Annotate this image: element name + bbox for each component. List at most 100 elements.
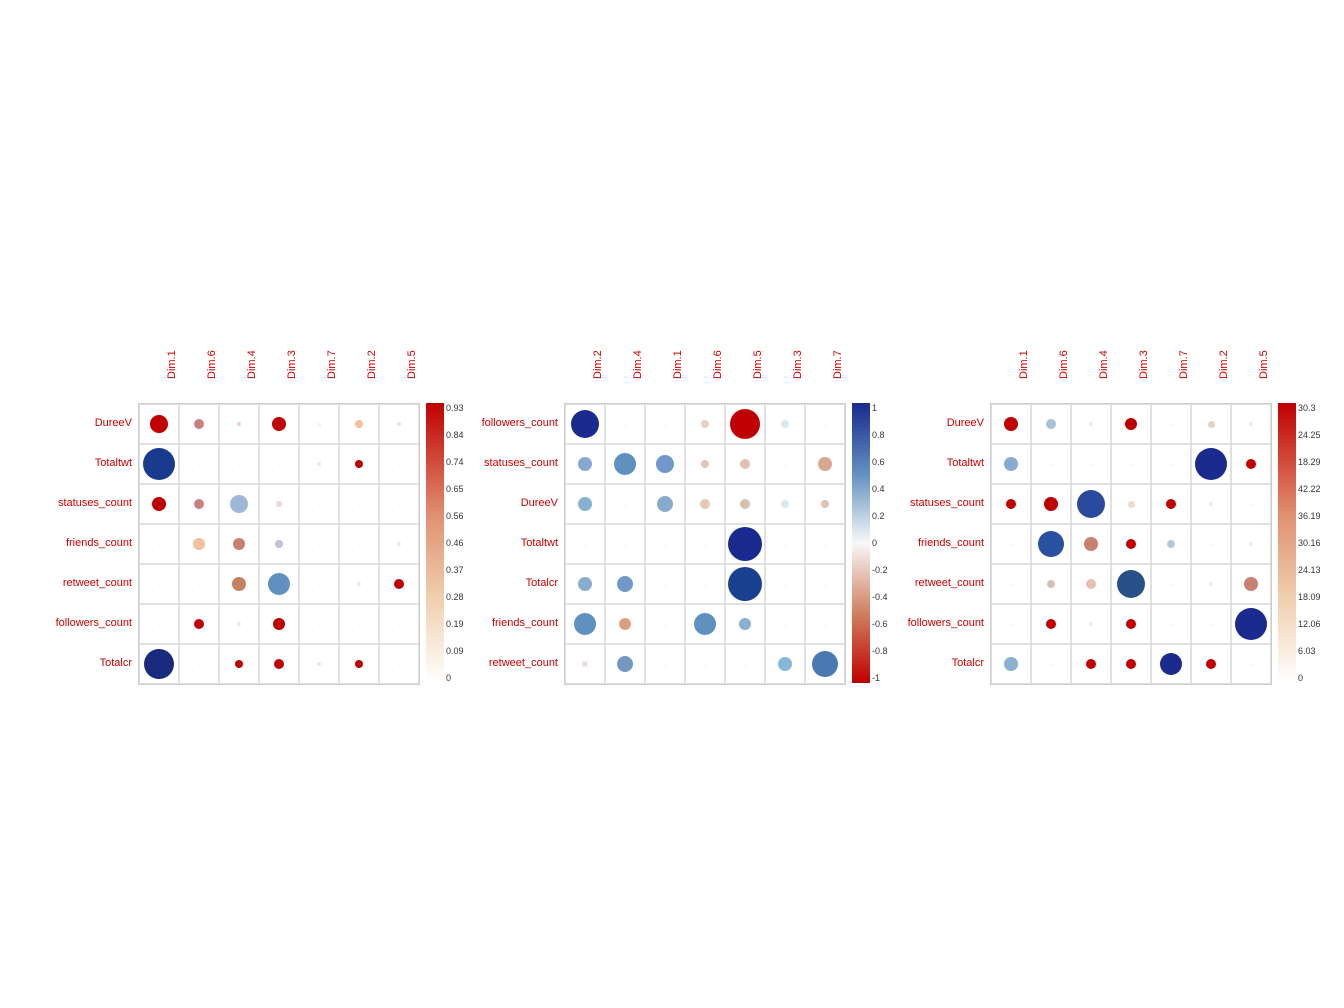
grid-cell [179, 604, 219, 644]
correlation-dot [1126, 619, 1136, 629]
grid-cell [379, 404, 419, 444]
grid-cell [991, 524, 1031, 564]
correlation-dot [1125, 418, 1137, 430]
grid-cell [805, 484, 845, 524]
legend-label: 0.56 [446, 511, 464, 521]
grid-cell [1231, 644, 1271, 684]
grid-cell [1031, 604, 1071, 644]
row-label: retweet_count [900, 563, 990, 603]
grid-cell [1191, 564, 1231, 604]
correlation-dot [700, 499, 710, 509]
grid-cell [139, 524, 179, 564]
correlation-dot [824, 423, 827, 426]
grid-cell [605, 444, 645, 484]
correlation-dot [318, 423, 321, 426]
correlation-dot [1160, 653, 1182, 675]
legend-label: 0 [872, 538, 888, 548]
grid-cell [565, 484, 605, 524]
correlation-dot [1209, 502, 1213, 506]
col-header: Dim.5 [1230, 323, 1270, 403]
correlation-dot [1089, 422, 1093, 426]
correlation-dot [398, 503, 401, 506]
col-header: Dim.1 [644, 323, 684, 403]
legend-label: 12.06 [1298, 619, 1321, 629]
col-header: Dim.2 [564, 323, 604, 403]
grid-cell [685, 644, 725, 684]
grid-cell [565, 604, 605, 644]
grid-cell [1031, 404, 1071, 444]
correlation-dot [744, 663, 747, 666]
correlation-dot [318, 583, 321, 586]
correlation-dot [664, 583, 667, 586]
correlation-dot [150, 415, 168, 433]
correlation-dot [1166, 499, 1176, 509]
correlation-dot [619, 618, 631, 630]
correlation-dot [194, 499, 204, 509]
grid-cell [1151, 404, 1191, 444]
grid-cell [565, 564, 605, 604]
grid-cell [379, 444, 419, 484]
correlation-dot [740, 499, 750, 509]
correlation-dot [1195, 448, 1227, 480]
grid-cell [139, 604, 179, 644]
row-label: DureeV [474, 483, 564, 523]
grid-cell [605, 484, 645, 524]
correlation-dot [273, 618, 285, 630]
correlation-dot [812, 651, 838, 677]
correlation-dot [614, 453, 636, 475]
grid-cell [1111, 644, 1151, 684]
grid-cell [1191, 524, 1231, 564]
correlation-dot [1126, 539, 1136, 549]
grid-cell [725, 404, 765, 444]
legend-label: -0.8 [872, 646, 888, 656]
col-header: Dim.3 [258, 323, 298, 403]
correlation-dot [357, 582, 361, 586]
correlation-dot [824, 623, 827, 626]
correlation-dot [278, 463, 281, 466]
grid-cell [339, 564, 379, 604]
correlation-dot [1209, 582, 1213, 586]
row-label: friends_count [474, 603, 564, 643]
correlation-dot [781, 500, 789, 508]
grid-cell [299, 444, 339, 484]
grid-cell [605, 644, 645, 684]
correlation-dot [1004, 457, 1018, 471]
row-label: followers_count [900, 603, 990, 643]
correlation-dot [1170, 623, 1173, 626]
correlation-dot [1246, 459, 1256, 469]
grid-cell [299, 524, 339, 564]
legend-gradient [1278, 403, 1296, 683]
grid-cell [605, 564, 645, 604]
grid-cell [179, 564, 219, 604]
legend-label: 0.93 [446, 403, 464, 413]
grid-cell [139, 484, 179, 524]
grid-cell [1231, 484, 1271, 524]
row-label: statuses_count [48, 483, 138, 523]
correlation-dot [1249, 422, 1253, 426]
legend-label: 0.74 [446, 457, 464, 467]
legend-label: -0.2 [872, 565, 888, 575]
correlation-dot [1126, 659, 1136, 669]
correlation-dot [158, 623, 161, 626]
row-label: friends_count [48, 523, 138, 563]
col-header: Dim.7 [298, 323, 338, 403]
correlation-dot [784, 583, 787, 586]
grid-cell [179, 444, 219, 484]
grid-cell [179, 644, 219, 684]
grid-cell [1071, 604, 1111, 644]
correlation-dot [198, 463, 201, 466]
correlation-dot [268, 573, 290, 595]
chart-wrapper-1: Dim.2Dim.4Dim.1Dim.6Dim.5Dim.3Dim.7follo… [474, 323, 870, 685]
grid-cell [379, 484, 419, 524]
grid-cell [1231, 524, 1271, 564]
legend-label: 42.22 [1298, 484, 1321, 494]
correlation-dot [1046, 419, 1056, 429]
grid-cell [991, 444, 1031, 484]
grid-cell [1031, 444, 1071, 484]
correlation-dot [824, 543, 827, 546]
legend-label: -0.6 [872, 619, 888, 629]
correlation-dot [394, 579, 404, 589]
correlation-dot [730, 409, 760, 439]
grid-cell [219, 644, 259, 684]
legend-label: 0.84 [446, 430, 464, 440]
